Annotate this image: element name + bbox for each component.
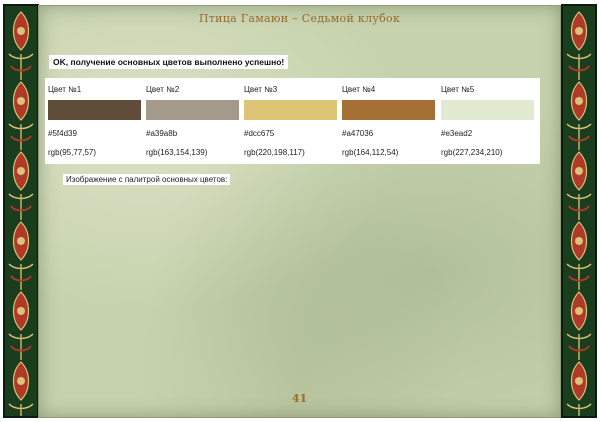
- swatch-hex: #a47036: [342, 129, 374, 138]
- page-number: 41: [291, 392, 308, 405]
- folk-ornament-icon: [8, 11, 34, 416]
- swatch-hex: #a39a8b: [146, 129, 178, 138]
- color-swatch: [342, 100, 435, 120]
- color-swatch: [244, 100, 337, 120]
- swatch-column: Цвет №4 #a47036 rgb(164,112,54): [339, 78, 435, 164]
- swatch-rgb: rgb(220,198,117): [244, 148, 305, 157]
- swatch-hex: #e3ead2: [441, 129, 473, 138]
- swatch-header: Цвет №2: [146, 85, 180, 94]
- swatch-header: Цвет №1: [48, 85, 82, 94]
- swatch-hex: #5f4d39: [48, 129, 77, 138]
- swatch-rgb: rgb(95,77,57): [48, 148, 97, 157]
- swatch-hex: #dcc675: [244, 129, 275, 138]
- swatch-rgb: rgb(227,234,210): [441, 148, 503, 157]
- palette-table: Цвет №1 #5f4d39 rgb(95,77,57) Цвет №2 #a…: [45, 78, 540, 164]
- color-swatch: [441, 100, 534, 120]
- right-ornament-border: [561, 4, 597, 418]
- swatch-header: Цвет №5: [441, 85, 475, 94]
- swatch-column: Цвет №5 #e3ead2 rgb(227,234,210): [438, 78, 534, 164]
- book-page: Птица Гамаюн – Седьмой клубок OK, получе…: [0, 0, 600, 422]
- swatch-header: Цвет №4: [342, 85, 376, 94]
- swatch-rgb: rgb(164,112,54): [342, 148, 399, 157]
- swatch-column: Цвет №2 #a39a8b rgb(163,154,139): [143, 78, 239, 164]
- swatch-column: Цвет №1 #5f4d39 rgb(95,77,57): [45, 78, 141, 164]
- color-swatch: [48, 100, 141, 120]
- palette-image-caption: Изображение с палитрой основных цветов:: [63, 174, 231, 185]
- swatch-rgb: rgb(163,154,139): [146, 148, 208, 157]
- swatch-column: Цвет №3 #dcc675 rgb(220,198,117): [241, 78, 337, 164]
- page-title: Птица Гамаюн – Седьмой клубок: [198, 12, 401, 25]
- folk-ornament-icon: [566, 11, 592, 416]
- swatch-header: Цвет №3: [244, 85, 278, 94]
- status-message: OK, получение основных цветов выполнено …: [49, 55, 289, 69]
- color-swatch: [146, 100, 239, 120]
- left-ornament-border: [3, 4, 39, 418]
